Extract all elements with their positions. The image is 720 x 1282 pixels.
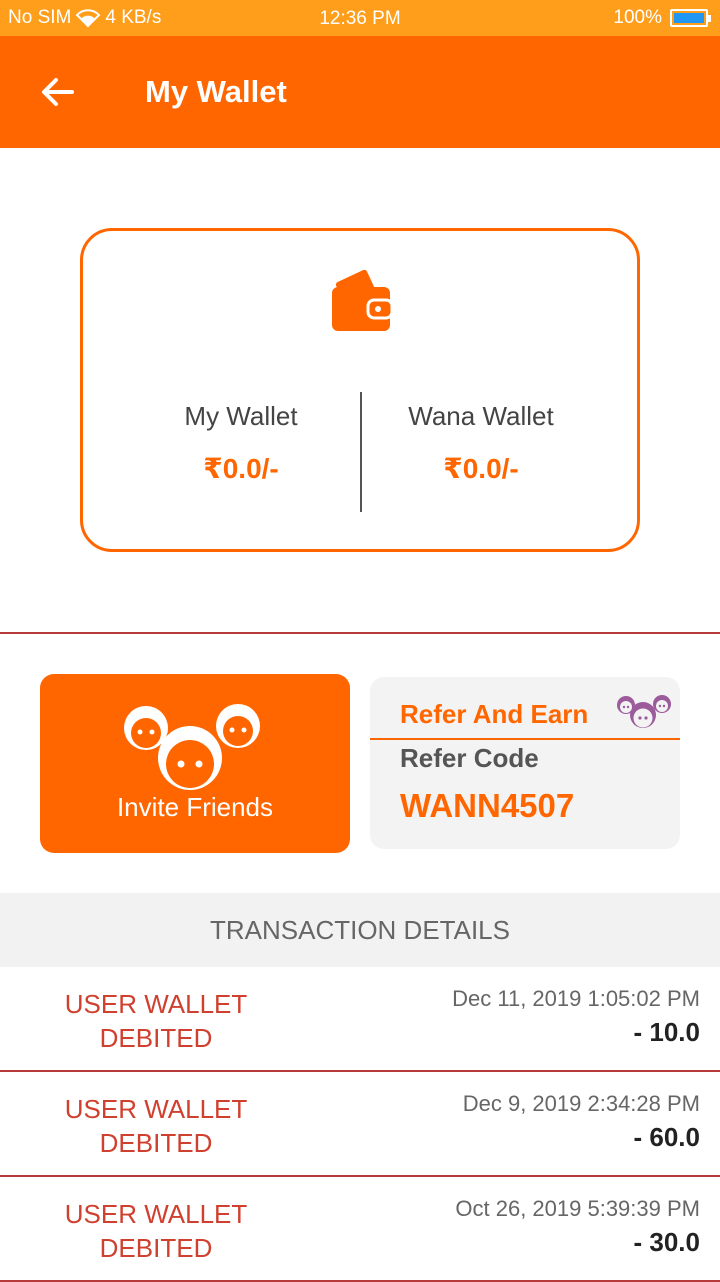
refer-and-earn-card: Refer And Earn Refer Code WANN4507 xyxy=(370,677,680,849)
transaction-amount: - 10.0 xyxy=(633,1017,701,1047)
wana-wallet-section: Wana Wallet ₹0.0/- xyxy=(361,401,601,485)
section-divider xyxy=(0,632,720,634)
transaction-type: USER WALLET DEBITED xyxy=(36,1092,276,1160)
wallet-icon xyxy=(332,269,394,331)
invite-friends-label: Invite Friends xyxy=(116,792,274,822)
transaction-details-header: TRANSACTION DETAILS xyxy=(0,893,720,967)
status-bar: No SIM 4 KB/s 12:36 PM 100% xyxy=(0,0,720,36)
refer-underline xyxy=(370,738,680,740)
refer-code-value[interactable]: WANN4507 xyxy=(400,787,574,825)
friends-icon xyxy=(617,695,671,728)
my-wallet-section: My Wallet ₹0.0/- xyxy=(121,401,361,485)
page-title: My Wallet xyxy=(145,74,287,109)
transaction-list: USER WALLET DEBITED Dec 11, 2019 1:05:02… xyxy=(0,967,720,1282)
transaction-row[interactable]: USER WALLET DEBITED Dec 9, 2019 2:34:28 … xyxy=(0,1072,720,1177)
status-time: 12:36 PM xyxy=(319,8,401,29)
invite-friends-button[interactable]: Invite Friends xyxy=(40,674,350,853)
transaction-type-line1: USER WALLET xyxy=(64,1199,248,1229)
transaction-row[interactable]: USER WALLET DEBITED Dec 11, 2019 1:05:02… xyxy=(0,967,720,1072)
transaction-type: USER WALLET DEBITED xyxy=(36,987,276,1055)
refer-code-label: Refer Code xyxy=(400,743,539,773)
battery-percent: 100% xyxy=(613,7,662,28)
wana-wallet-label: Wana Wallet xyxy=(408,401,554,431)
arrow-left-icon xyxy=(42,78,74,106)
transaction-type-line1: USER WALLET xyxy=(64,1094,248,1124)
transaction-type-line2: DEBITED xyxy=(99,1233,213,1263)
transaction-date: Oct 26, 2019 5:39:39 PM xyxy=(455,1196,700,1221)
transaction-date: Dec 11, 2019 1:05:02 PM xyxy=(452,986,700,1011)
transaction-row[interactable]: USER WALLET DEBITED Oct 26, 2019 5:39:39… xyxy=(0,1177,720,1282)
my-wallet-label: My Wallet xyxy=(184,401,298,431)
transaction-type-line1: USER WALLET xyxy=(64,989,248,1019)
wallet-balance-card: My Wallet ₹0.0/- Wana Wallet ₹0.0/- xyxy=(80,228,640,552)
wana-wallet-amount: ₹0.0/- xyxy=(443,453,519,484)
battery-fill xyxy=(674,13,704,23)
status-right: 100% xyxy=(613,7,711,29)
transaction-type-line2: DEBITED xyxy=(99,1128,213,1158)
refer-and-earn-title: Refer And Earn xyxy=(400,699,589,729)
transaction-type-line2: DEBITED xyxy=(99,1023,213,1053)
transaction-type: USER WALLET DEBITED xyxy=(36,1197,276,1265)
friends-icon xyxy=(124,704,260,790)
app-bar: My Wallet xyxy=(0,36,720,148)
battery-icon xyxy=(670,9,711,27)
my-wallet-amount: ₹0.0/- xyxy=(203,453,279,484)
transaction-amount: - 30.0 xyxy=(633,1227,701,1257)
transaction-amount: - 60.0 xyxy=(633,1122,701,1152)
transaction-date: Dec 9, 2019 2:34:28 PM xyxy=(462,1091,700,1116)
back-button[interactable] xyxy=(32,70,80,118)
